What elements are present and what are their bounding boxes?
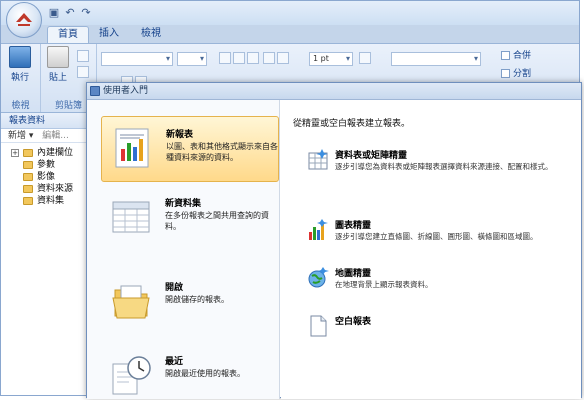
- table-matrix-wizard[interactable]: 資料表或矩陣精靈 逐步引導您為資料表或矩陣報表選擇資料來源連接、配置和樣式。: [307, 146, 577, 186]
- option-open[interactable]: 開啟 開啟儲存的報表。: [101, 270, 279, 336]
- font-size-select-a[interactable]: [177, 52, 207, 66]
- dialog-options-pane: 新報表 以圖、表和其他格式顯示來自各種資料來源的資料。 新資料集 在多份報表之間…: [87, 100, 280, 399]
- merge-button[interactable]: 合併: [501, 48, 531, 61]
- ribbon-tabs: 首頁 插入 檢視: [1, 25, 579, 43]
- tree-item-built-in-fields[interactable]: + 內建欄位: [11, 147, 88, 159]
- save-icon[interactable]: ▣: [47, 7, 61, 19]
- run-button[interactable]: 執行: [9, 46, 31, 83]
- merge-label: 合併: [513, 51, 532, 61]
- wizard-title: 圖表精靈: [335, 221, 372, 231]
- getting-started-dialog: 使用者入門 新報表 以圖、表和其他格式顯示來自各種資料來源的資料。 新資料集 在…: [86, 82, 582, 399]
- tab-insert[interactable]: 插入: [89, 26, 129, 43]
- expand-icon[interactable]: +: [11, 149, 19, 157]
- split-button[interactable]: 分割: [501, 66, 531, 79]
- tree-item-label: 內建欄位: [37, 148, 74, 158]
- border-size-select[interactable]: 1 pt: [309, 52, 353, 66]
- app-logo-icon: [16, 13, 32, 26]
- tree-item-label: 資料集: [37, 196, 65, 206]
- split-icon: [501, 69, 510, 78]
- wizards-header: 從精靈或空白報表建立報表。: [293, 119, 411, 129]
- dialog-title: 使用者入門: [103, 86, 149, 96]
- view-group: 執行 檢視: [1, 44, 41, 112]
- run-label: 執行: [10, 73, 29, 83]
- tree-item-datasets[interactable]: 資料集: [11, 195, 88, 207]
- folder-icon: [23, 161, 33, 169]
- folder-icon: [23, 197, 33, 205]
- tab-view[interactable]: 檢視: [131, 26, 171, 43]
- align-right-icon[interactable]: [247, 52, 259, 64]
- map-wizard[interactable]: 地圖精靈 在地理背景上顯示報表資料。: [307, 264, 577, 304]
- tree-item-label: 資料來源: [37, 184, 74, 194]
- title-bar: ▣ ↶ ↷: [1, 1, 579, 38]
- copy-icon[interactable]: [77, 66, 89, 78]
- option-description: 在多份報表之間共用查詢的資料。: [165, 211, 269, 231]
- paste-icon: [47, 46, 69, 68]
- merge-icon: [501, 51, 510, 60]
- folder-icon: [23, 149, 33, 157]
- align-top-icon[interactable]: [263, 52, 275, 64]
- tab-home[interactable]: 首頁: [47, 26, 89, 43]
- option-description: 開啟最近使用的報表。: [165, 369, 245, 378]
- tree-item-images[interactable]: 影像: [11, 171, 88, 183]
- align-left-icon[interactable]: [219, 52, 231, 64]
- blank-report-icon: [310, 315, 327, 337]
- report-data-pane: 報表資料 新增 ▾ 編輯... + 內建欄位 參數 影像 資料來源 資料集: [1, 113, 89, 395]
- tree-item-label: 參數: [37, 160, 56, 170]
- tree-item-parameters[interactable]: 參數: [11, 159, 88, 171]
- chart-wizard-icon: [309, 219, 328, 240]
- undo-icon[interactable]: ↶: [63, 7, 77, 19]
- align-center-icon[interactable]: [233, 52, 245, 64]
- chart-wizard[interactable]: 圖表精靈 逐步引導您建立直條圖、折線圖、圓形圖、橫條圖和區域圖。: [307, 216, 577, 256]
- option-recent[interactable]: 最近 開啟最近使用的報表。: [101, 344, 279, 400]
- report-data-toolbar: 新增 ▾ 編輯...: [1, 129, 88, 143]
- align-middle-icon[interactable]: [277, 52, 289, 64]
- view-group-label: 檢視: [11, 101, 30, 111]
- wizard-title: 地圖精靈: [335, 269, 372, 279]
- tree-item-label: 影像: [37, 172, 56, 182]
- option-title: 新報表: [166, 130, 194, 140]
- recent-clock-icon: [112, 356, 151, 395]
- new-dropdown-button[interactable]: 新增 ▾: [8, 131, 33, 141]
- edit-button[interactable]: 編輯...: [42, 131, 69, 141]
- wizard-description: 逐步引導您建立直條圖、折線圖、圓形圖、橫條圖和區域圖。: [335, 232, 538, 241]
- folder-icon: [23, 173, 33, 181]
- map-wizard-icon: [308, 267, 329, 288]
- option-title: 最近: [165, 357, 184, 367]
- option-title: 開啟: [165, 283, 184, 293]
- dialog-wizards-pane: 從精靈或空白報表建立報表。 資料表或矩陣精靈 逐步引導您為資料表或矩陣報表選擇資…: [281, 100, 581, 399]
- table-wizard-icon: [308, 149, 328, 170]
- font-family-select[interactable]: [101, 52, 173, 66]
- option-description: 開啟儲存的報表。: [165, 295, 229, 304]
- option-title: 新資料集: [165, 199, 202, 209]
- run-icon: [9, 46, 31, 68]
- open-folder-icon: [112, 285, 150, 319]
- new-report-icon: [115, 128, 149, 168]
- dialog-icon: [90, 86, 100, 96]
- paste-button[interactable]: 貼上: [47, 46, 69, 83]
- option-new-report[interactable]: 新報表 以圖、表和其他格式顯示來自各種資料來源的資料。: [101, 116, 279, 182]
- option-new-dataset[interactable]: 新資料集 在多份報表之間共用查詢的資料。: [101, 186, 279, 252]
- wizard-title: 資料表或矩陣精靈: [335, 151, 408, 161]
- wizard-description: 逐步引導您為資料表或矩陣報表選擇資料來源連接、配置和樣式。: [335, 162, 553, 171]
- option-description: 以圖、表和其他格式顯示來自各種資料來源的資料。: [166, 142, 278, 162]
- wizard-description: 在地理背景上顯示報表資料。: [335, 280, 433, 289]
- tree-item-data-sources[interactable]: 資料來源: [11, 183, 88, 195]
- report-data-title: 報表資料: [1, 113, 88, 129]
- number-format-select[interactable]: [391, 52, 481, 66]
- cut-icon[interactable]: [77, 50, 89, 62]
- report-data-tree: + 內建欄位 參數 影像 資料來源 資料集: [1, 143, 88, 207]
- border-style-icon[interactable]: [359, 52, 371, 64]
- redo-icon[interactable]: ↷: [79, 7, 93, 19]
- new-dataset-icon: [112, 201, 150, 233]
- split-label: 分割: [513, 69, 532, 79]
- folder-icon: [23, 185, 33, 193]
- dialog-title-bar: 使用者入門: [87, 83, 581, 100]
- blank-report[interactable]: 空白報表: [307, 312, 577, 352]
- wizard-title: 空白報表: [335, 317, 372, 327]
- paste-label: 貼上: [48, 73, 67, 83]
- app-button[interactable]: [6, 2, 42, 38]
